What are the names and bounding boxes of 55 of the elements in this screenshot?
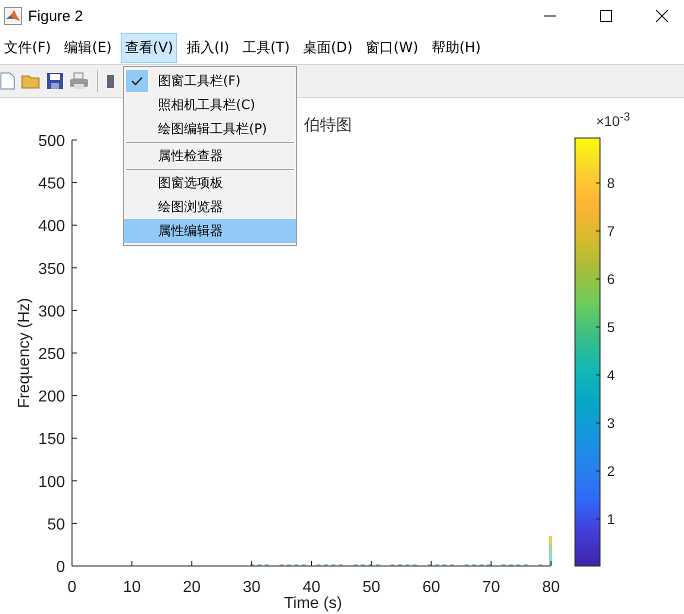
y-tick-label: 300: [38, 303, 65, 320]
menu-item[interactable]: 编辑(E): [60, 33, 116, 63]
y-tick-label: 450: [38, 176, 65, 193]
y-tick-label: 250: [38, 346, 65, 363]
menu-item[interactable]: 窗口(W): [362, 33, 422, 63]
y-tick-label: 0: [56, 559, 65, 576]
menu-option[interactable]: 属性检查器: [124, 144, 296, 168]
x-tick-label: 70: [482, 579, 500, 596]
colorbar-tick-label: 5: [607, 319, 615, 335]
menu-item[interactable]: 文件(F): [0, 33, 55, 63]
y-tick-label: 100: [38, 474, 65, 491]
y-tick-label: 200: [38, 388, 65, 406]
save-icon[interactable]: [46, 72, 64, 90]
x-tick-label: 50: [362, 579, 380, 596]
y-tick-label: 500: [38, 133, 65, 150]
x-axis-label: Time (s): [284, 595, 342, 612]
y-tick-label: 50: [47, 516, 65, 534]
y-axis-label: Frequency (Hz): [16, 298, 33, 408]
close-icon[interactable]: [656, 10, 668, 22]
colorbar-tick-label: 4: [607, 367, 615, 383]
x-tick-label: 80: [542, 579, 560, 596]
menu-option[interactable]: 照相机工具栏(C): [124, 93, 296, 117]
app-icon: [4, 7, 22, 25]
maximize-icon[interactable]: [600, 10, 612, 22]
menu-option[interactable]: 图窗工具栏(F): [124, 69, 296, 93]
colorbar-exponent: ×10$^{-3}$: [596, 112, 630, 129]
menu-item[interactable]: 帮助(H): [427, 33, 485, 63]
colorbar-tick-label: 8: [607, 175, 615, 191]
menu-option[interactable]: 属性编辑器: [124, 219, 296, 243]
colorbar-tick-label: 7: [607, 223, 615, 239]
colorbar-tick-label: 3: [607, 415, 615, 431]
menu-item[interactable]: 查看(V): [120, 33, 178, 63]
colorbar-tick-label: 1: [607, 511, 615, 527]
menu-item[interactable]: 插入(I): [182, 33, 234, 63]
printer-icon[interactable]: [69, 72, 89, 90]
x-tick-label: 60: [422, 579, 440, 596]
window-title: Figure 2: [28, 8, 84, 24]
menu-option[interactable]: 绘图编辑工具栏(P): [124, 117, 296, 141]
y-tick-label: 400: [38, 218, 65, 236]
colorbar-tick-label: 6: [607, 271, 615, 287]
checkmark-icon: [131, 76, 143, 86]
menu-option[interactable]: 图窗选项板: [124, 171, 296, 195]
x-tick-label: 20: [182, 579, 201, 596]
colorbar-tick-label: 2: [607, 463, 615, 479]
new-file-icon[interactable]: [0, 71, 16, 91]
y-tick-label: 350: [38, 260, 65, 278]
x-tick-label: 30: [242, 579, 261, 596]
x-tick-label: 10: [122, 579, 141, 596]
x-tick-label: 40: [302, 579, 320, 596]
y-tick-label: 150: [38, 431, 65, 448]
menu-item[interactable]: 工具(T): [238, 33, 294, 63]
menu-item[interactable]: 桌面(D): [298, 33, 357, 63]
menu-option[interactable]: 绘图浏览器: [124, 195, 296, 219]
x-tick-label: 0: [68, 579, 76, 596]
plot-title: 伯特图: [304, 117, 352, 134]
